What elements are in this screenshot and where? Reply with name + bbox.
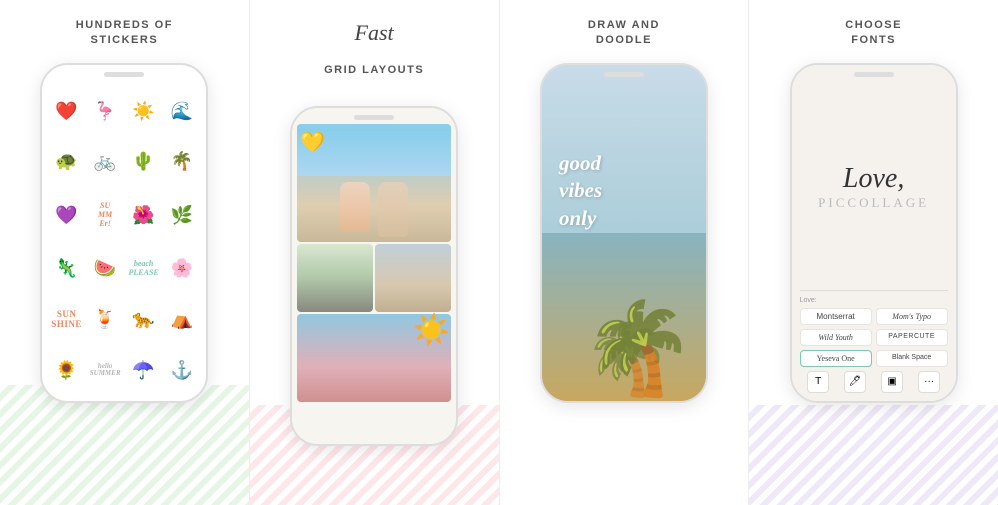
stripe-bg-fonts <box>749 405 998 505</box>
font-papercute[interactable]: PAPERCUTE <box>876 329 948 346</box>
sticker-anchor: ⚓ <box>166 348 199 393</box>
panel-stickers-title: HUNDREDS OF STICKERS <box>76 18 173 49</box>
panel-grid-title-wrap: Fast GRID LAYOUTS <box>324 18 424 92</box>
font-montserrat[interactable]: Montserrat <box>800 308 872 325</box>
doodle-screen: 🌴 🌴 good vibes only <box>542 65 706 401</box>
sticker-cocktail: 🍹 <box>89 297 122 342</box>
font-tool-bg[interactable]: ▣ <box>881 371 903 393</box>
font-yeseva-one[interactable]: Yeseva One <box>800 350 872 367</box>
font-blank-space[interactable]: Blank Space <box>876 350 948 367</box>
fast-title: Fast <box>324 18 424 49</box>
doodle-text-overlay: good vibes only <box>554 145 674 241</box>
panel-draw-doodle: DRAW AND DOODLE 🌴 🌴 good vibes only <box>500 0 750 505</box>
fonts-main-display: Love, PICCOLLAGE <box>818 85 929 290</box>
heart-sticker-overlay: 💛 <box>300 130 325 155</box>
sticker-turtle: 🐢 <box>50 140 83 185</box>
font-toolbar: T 🖊 ▣ ··· <box>800 371 948 393</box>
phone-notch-3 <box>604 72 644 77</box>
font-field-label: Love: <box>800 297 948 304</box>
svg-text:only: only <box>559 206 597 230</box>
sticker-wave: 🌊 <box>166 89 199 134</box>
font-options-grid: Montserrat Mom's Typo Wild Youth PAPERCU… <box>800 308 948 367</box>
panel-choose-fonts: CHOOSE FONTS Love, PICCOLLAGE Love: Mont… <box>749 0 998 505</box>
sticker-text-beach: beachPLEASE <box>127 246 160 291</box>
stripe-bg-stickers <box>0 385 249 505</box>
app-container: HUNDREDS OF STICKERS ❤️ 🦩 ☀️ 🌊 🐢 🚲 🌵 🌴 💜… <box>0 0 998 505</box>
palm-tree-1: 🌴 <box>584 296 696 401</box>
svg-text:vibes: vibes <box>559 178 602 202</box>
sticker-cherry-blossom: 🌸 <box>166 246 199 291</box>
sticker-cactus: 🌵 <box>127 140 160 185</box>
grid-photo-boardwalk <box>297 244 373 312</box>
phone-frame-stickers: ❤️ 🦩 ☀️ 🌊 🐢 🚲 🌵 🌴 💜 SUMMEr! 🌺 🌿 🦎 🍉 <box>40 63 208 403</box>
font-moms-typo[interactable]: Mom's Typo <box>876 308 948 325</box>
sticker-flower: 🌺 <box>127 190 160 240</box>
sticker-tent: ⛺ <box>166 297 199 342</box>
font-tool-more[interactable]: ··· <box>918 371 940 393</box>
sticker-bike: 🚲 <box>89 140 122 185</box>
panel-grid-layouts: Fast GRID LAYOUTS <box>250 0 500 505</box>
sticker-watermelon: 🍉 <box>89 246 122 291</box>
sticker-sun2: 🌻 <box>50 348 83 393</box>
sticker-text-hello: helloSUMMER <box>89 348 122 393</box>
font-tool-color[interactable]: 🖊 <box>844 371 866 393</box>
sticker-text-summer: SUMMEr! <box>89 190 122 240</box>
sticker-leopard: 🐆 <box>127 297 160 342</box>
sticker-purple-heart: 💜 <box>50 190 83 240</box>
sun-sticker-overlay: ☀️ <box>413 313 450 348</box>
sticker-text-sun: SUNSHINE <box>50 297 83 342</box>
fast-subtitle: GRID LAYOUTS <box>324 63 424 78</box>
sticker-heart: ❤️ <box>50 89 83 134</box>
fonts-love-text: Love, <box>843 163 904 195</box>
font-tool-text[interactable]: T <box>807 371 829 393</box>
grid-photo-couple <box>375 244 451 312</box>
sticker-grid: ❤️ 🦩 ☀️ 🌊 🐢 🚲 🌵 🌴 💜 SUMMEr! 🌺 🌿 🦎 🍉 <box>42 65 206 401</box>
fonts-selector-panel: Love: Montserrat Mom's Typo Wild Youth P… <box>800 290 948 393</box>
phone-notch-1 <box>104 72 144 77</box>
sticker-lizard: 🦎 <box>50 246 83 291</box>
sticker-umbrella: ☂️ <box>127 348 160 393</box>
phone-frame-doodle: 🌴 🌴 good vibes only <box>540 63 708 403</box>
phone-frame-fonts: Love, PICCOLLAGE Love: Montserrat Mom's … <box>790 63 958 403</box>
svg-text:good: good <box>558 151 602 175</box>
phone-notch-2 <box>354 115 394 120</box>
fonts-brand-text: PICCOLLAGE <box>818 195 929 211</box>
phone-frame-grid: ☀️ 💛 <box>290 106 458 446</box>
panel-draw-title: DRAW AND DOODLE <box>588 18 660 49</box>
phone-notch-4 <box>854 72 894 77</box>
sticker-palm: 🌴 <box>166 140 199 185</box>
sticker-sun: ☀️ <box>127 89 160 134</box>
panel-stickers: HUNDREDS OF STICKERS ❤️ 🦩 ☀️ 🌊 🐢 🚲 🌵 🌴 💜… <box>0 0 250 505</box>
sticker-flamingo: 🦩 <box>89 89 122 134</box>
panel-fonts-title: CHOOSE FONTS <box>845 18 902 49</box>
font-wild-youth[interactable]: Wild Youth <box>800 329 872 346</box>
fonts-screen: Love, PICCOLLAGE Love: Montserrat Mom's … <box>792 65 956 401</box>
sticker-leaf: 🌿 <box>166 190 199 240</box>
